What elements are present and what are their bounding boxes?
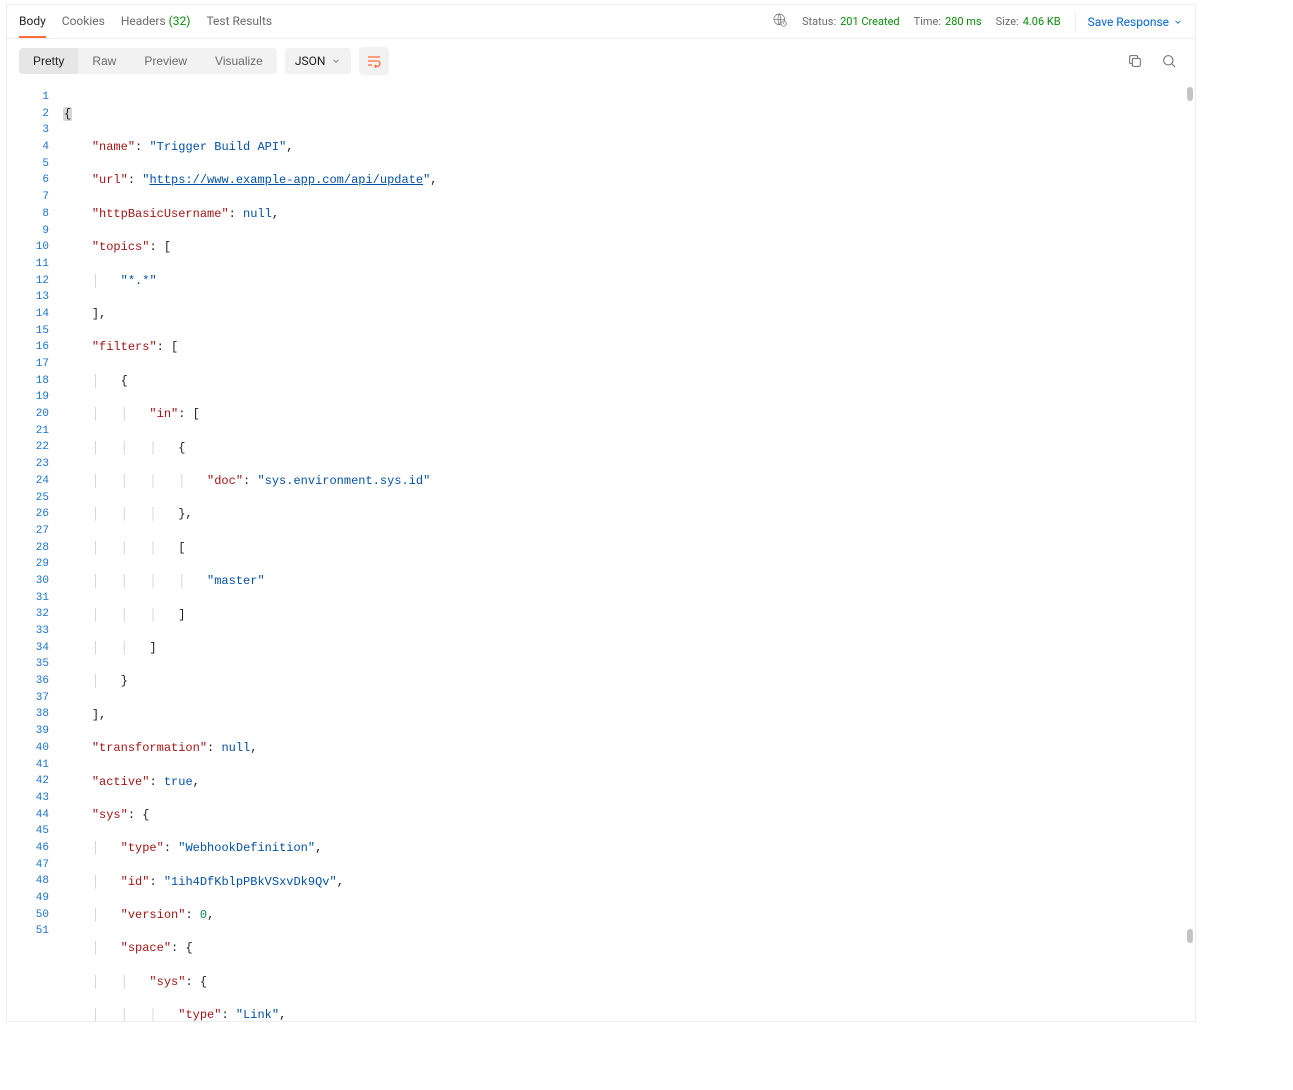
response-topbar: Body Cookies Headers (32) Test Results S… bbox=[7, 5, 1195, 39]
tab-test-results[interactable]: Test Results bbox=[206, 5, 272, 38]
tab-body[interactable]: Body bbox=[19, 5, 46, 38]
response-tabs: Body Cookies Headers (32) Test Results bbox=[19, 5, 272, 38]
wrap-lines-button[interactable] bbox=[359, 47, 389, 75]
tab-cookies[interactable]: Cookies bbox=[62, 5, 105, 38]
save-response-label: Save Response bbox=[1088, 15, 1169, 29]
meta-time-value: 280 ms bbox=[945, 15, 982, 28]
meta-size[interactable]: Size: 4.06 KB bbox=[996, 15, 1061, 28]
format-select[interactable]: JSON bbox=[285, 48, 352, 74]
response-toolbar: Pretty Raw Preview Visualize JSON bbox=[7, 39, 1195, 83]
meta-time[interactable]: Time: 280 ms bbox=[914, 15, 982, 28]
tab-headers-label: Headers bbox=[121, 14, 166, 28]
scrollbar-thumb-bottom[interactable] bbox=[1187, 929, 1193, 943]
line-gutter: 1234567891011121314151617181920212223242… bbox=[7, 83, 57, 1021]
json-code[interactable]: { "name": "Trigger Build API", "url": "h… bbox=[57, 83, 1195, 1021]
meta-status-value: 201 Created bbox=[840, 15, 900, 28]
meta-status[interactable]: Status: 201 Created bbox=[802, 15, 900, 28]
view-preview-button[interactable]: Preview bbox=[130, 48, 201, 74]
tab-headers[interactable]: Headers (32) bbox=[121, 5, 191, 38]
save-response-button[interactable]: Save Response bbox=[1075, 12, 1183, 32]
toolbar-left: Pretty Raw Preview Visualize JSON bbox=[19, 47, 389, 75]
tab-headers-count: (32) bbox=[169, 14, 191, 28]
view-raw-button[interactable]: Raw bbox=[78, 48, 130, 74]
meta-size-label: Size: bbox=[996, 15, 1019, 28]
scrollbar-thumb-top[interactable] bbox=[1187, 87, 1193, 101]
response-panel: Body Cookies Headers (32) Test Results S… bbox=[6, 4, 1196, 1022]
search-icon[interactable] bbox=[1161, 53, 1177, 69]
meta-time-label: Time: bbox=[914, 15, 941, 28]
response-meta: Status: 201 Created Time: 280 ms Size: 4… bbox=[772, 12, 1183, 32]
response-body-viewer[interactable]: 1234567891011121314151617181920212223242… bbox=[7, 83, 1195, 1021]
meta-size-value: 4.06 KB bbox=[1023, 15, 1061, 28]
view-mode-segment: Pretty Raw Preview Visualize bbox=[19, 48, 277, 74]
format-select-label: JSON bbox=[295, 54, 326, 68]
toolbar-right bbox=[1127, 53, 1183, 69]
view-visualize-button[interactable]: Visualize bbox=[201, 48, 277, 74]
meta-status-label: Status: bbox=[802, 15, 836, 28]
view-pretty-button[interactable]: Pretty bbox=[19, 48, 78, 74]
network-icon[interactable] bbox=[772, 12, 788, 31]
copy-icon[interactable] bbox=[1127, 53, 1143, 69]
